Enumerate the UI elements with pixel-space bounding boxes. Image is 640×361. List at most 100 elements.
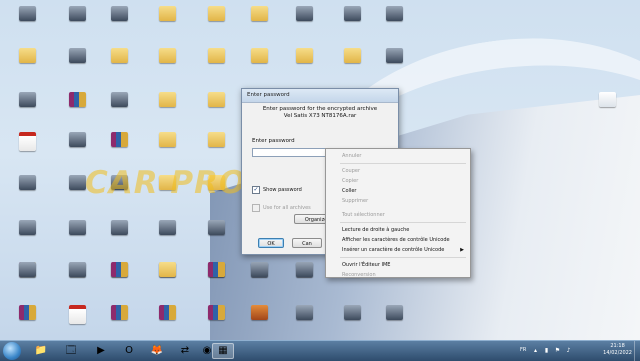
taskbar-media-player-button[interactable]: ▶ (90, 343, 112, 359)
desktop-icon[interactable] (193, 48, 239, 65)
desktop-icon[interactable] (4, 92, 50, 109)
desktop-icon[interactable] (236, 6, 282, 23)
app-icon (68, 175, 86, 190)
desktop-icon[interactable] (54, 220, 100, 237)
desktop-icon[interactable] (281, 6, 327, 23)
opera-icon: O (125, 345, 133, 356)
desktop-icon[interactable] (4, 305, 50, 322)
app-icon (295, 262, 313, 277)
app-icon (110, 92, 128, 107)
desktop-icon[interactable] (96, 220, 142, 237)
use-all-archives-checkbox[interactable]: Use for all archives (252, 204, 311, 212)
desktop-icon[interactable] (371, 305, 417, 322)
menu-item-paste[interactable]: Coller (326, 186, 470, 196)
desktop-icon[interactable] (54, 6, 100, 23)
desktop-icon[interactable] (96, 6, 142, 23)
desktop-icon[interactable] (96, 305, 142, 322)
desktop-icon[interactable] (4, 132, 50, 153)
menu-item-show-unicode[interactable]: Afficher les caractères de contrôle Unic… (326, 235, 470, 245)
desktop-icon[interactable] (144, 220, 190, 237)
desktop-icon[interactable] (193, 305, 239, 322)
desktop-icon[interactable] (54, 262, 100, 279)
desktop-icon[interactable] (329, 305, 375, 322)
menu-separator (340, 163, 466, 164)
desktop-icon[interactable] (4, 262, 50, 279)
folder-icon (158, 92, 176, 107)
desktop-icon[interactable] (144, 305, 190, 322)
menu-item-copy[interactable]: Copier (326, 176, 470, 186)
app-icon (295, 305, 313, 320)
desktop-icon[interactable] (4, 6, 50, 23)
start-button[interactable] (3, 342, 21, 360)
rar-icon (207, 262, 225, 277)
pdf-icon (18, 132, 36, 151)
flag-icon[interactable]: ⚑ (554, 347, 561, 354)
desktop-icon[interactable] (54, 92, 100, 109)
app-icon (68, 48, 86, 63)
menu-item-delete[interactable]: Supprimer (326, 196, 470, 206)
desktop-icon[interactable] (4, 220, 50, 237)
desktop-icon[interactable] (144, 262, 190, 279)
desktop-icon[interactable] (236, 305, 282, 322)
desktop-icon[interactable] (96, 92, 142, 109)
show-password-checkbox[interactable]: ✓ Show password (252, 186, 302, 194)
desktop-icon[interactable] (4, 175, 50, 192)
desktop-icon[interactable] (236, 48, 282, 65)
desktop-icon[interactable] (193, 220, 239, 237)
desktop-icon[interactable] (193, 92, 239, 109)
app-icon (18, 92, 36, 107)
desktop-icon[interactable] (281, 262, 327, 279)
language-indicator[interactable]: FR (520, 347, 526, 353)
menu-item-open-ime[interactable]: Ouvrir l'Éditeur IME (326, 260, 470, 270)
desktop-icon[interactable] (54, 48, 100, 65)
desktop-icon[interactable] (54, 305, 100, 326)
taskbar-explorer-button[interactable]: 📁 (30, 343, 52, 359)
desktop-icon[interactable] (193, 6, 239, 23)
desktop-icon[interactable] (584, 92, 630, 109)
menu-item-insert-unicode[interactable]: Insérer un caractère de contrôle Unicode… (326, 245, 470, 255)
folder-icon (158, 262, 176, 277)
desktop-icon[interactable] (371, 48, 417, 65)
desktop-icon[interactable] (193, 132, 239, 149)
desktop-icon[interactable] (54, 132, 100, 149)
menu-item-reconversion[interactable]: Reconversion (326, 270, 470, 280)
folder-icon (343, 48, 361, 63)
desktop-icon[interactable] (236, 262, 282, 279)
menu-item-rtl-reading[interactable]: Lecture de droite à gauche (326, 225, 470, 235)
desktop-icon[interactable] (281, 48, 327, 65)
taskbar-firefox-button[interactable]: 🦊 (146, 343, 168, 359)
expand-tray-icon[interactable]: ▴ (532, 347, 539, 354)
desktop-icon[interactable] (96, 262, 142, 279)
desktop-icon[interactable] (281, 305, 327, 322)
desktop-icon[interactable] (329, 6, 375, 23)
taskbar-opera-button[interactable]: O (118, 343, 140, 359)
pdf-icon (68, 305, 86, 324)
desktop-icon[interactable] (4, 48, 50, 65)
desktop-icon[interactable] (96, 132, 142, 149)
folder-icon (207, 92, 225, 107)
cancel-button[interactable]: Can (292, 238, 322, 248)
checkbox-empty-icon (252, 204, 260, 212)
ok-button[interactable]: OK (258, 238, 284, 248)
clock[interactable]: 21:18 14/02/2022 (603, 343, 632, 357)
desktop-icon[interactable] (144, 92, 190, 109)
desktop-icon[interactable] (144, 6, 190, 23)
menu-item-undo[interactable]: Annuler (326, 151, 470, 161)
rar-icon (158, 305, 176, 320)
desktop-icon[interactable] (371, 6, 417, 23)
menu-item-select-all[interactable]: Tout sélectionner (326, 210, 470, 220)
taskbar-window-button[interactable]: 🗔 (60, 343, 82, 359)
desktop-icon[interactable] (144, 48, 190, 65)
speaker-icon[interactable]: ♪ (565, 347, 572, 354)
show-desktop-button[interactable] (634, 341, 640, 361)
taskbar-teamviewer-button[interactable]: ⇄ (174, 343, 196, 359)
network-icon[interactable]: ▮ (543, 347, 550, 354)
app-icon (385, 48, 403, 63)
desktop-icon[interactable] (193, 262, 239, 279)
chrome-icon: ◉ (202, 345, 212, 356)
desktop-icon[interactable] (144, 132, 190, 149)
menu-item-cut[interactable]: Couper (326, 166, 470, 176)
desktop-icon[interactable] (96, 48, 142, 65)
desktop-icon[interactable] (329, 48, 375, 65)
taskbar-winrar-button[interactable]: ▦ (212, 343, 234, 359)
